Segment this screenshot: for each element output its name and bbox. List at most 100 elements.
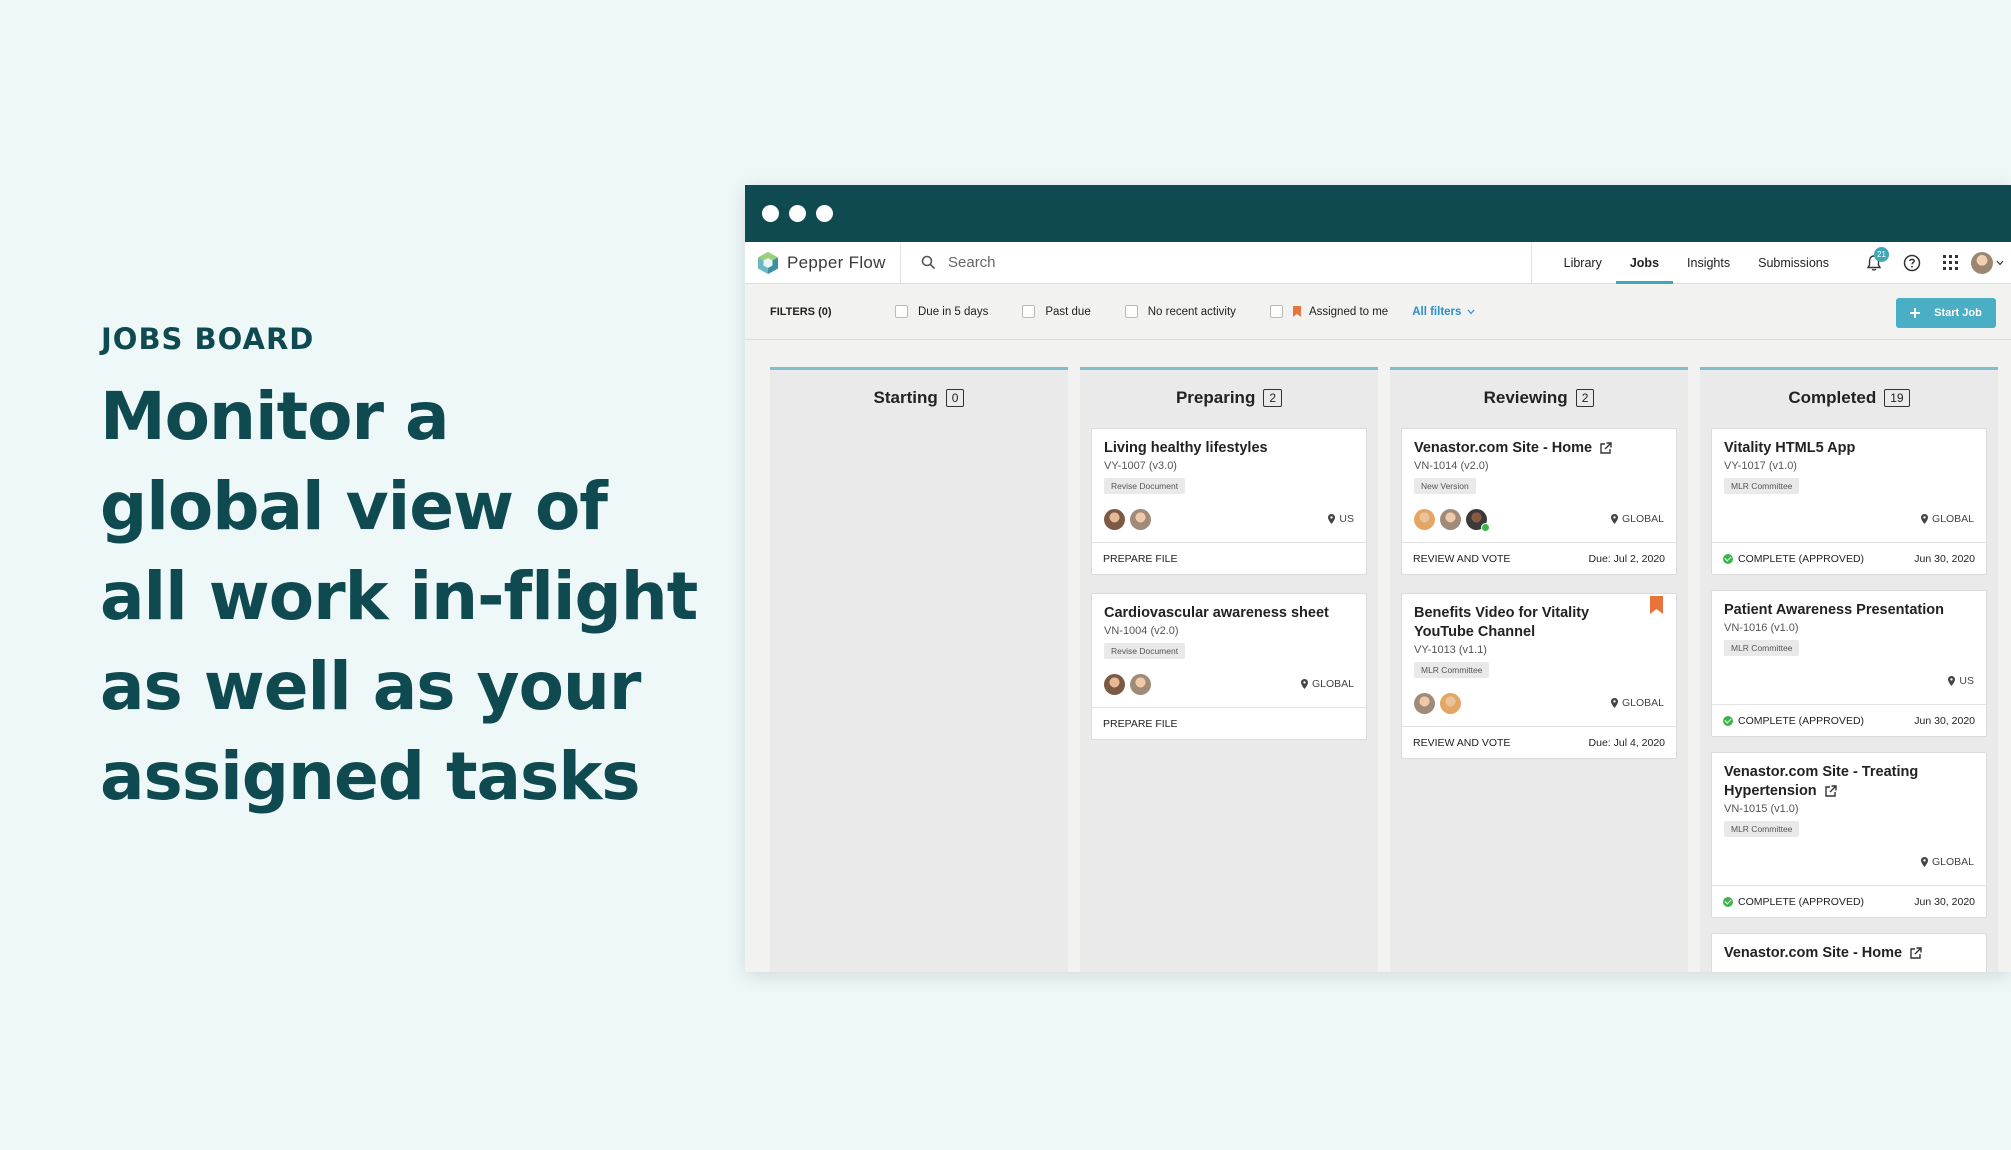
filter-assigned-to-me[interactable]: Assigned to me bbox=[1269, 305, 1388, 318]
checkbox[interactable] bbox=[1124, 305, 1138, 318]
job-tag: New Version bbox=[1414, 478, 1476, 494]
start-job-button[interactable]: Start Job bbox=[1896, 298, 1996, 328]
column-title: Completed bbox=[1788, 388, 1877, 407]
job-title[interactable]: Venastor.com Site - Home bbox=[1414, 439, 1664, 458]
avatar[interactable] bbox=[1466, 508, 1490, 532]
job-status: COMPLETE (APPROVED) bbox=[1723, 896, 1864, 908]
nav-insights[interactable]: Insights bbox=[1673, 242, 1744, 283]
nav-submissions[interactable]: Submissions bbox=[1744, 242, 1843, 283]
column-count: 19 bbox=[1884, 389, 1910, 407]
job-card[interactable]: Vitality HTML5 App VY-1017 (v1.0) MLR Co… bbox=[1711, 428, 1987, 575]
window-dot[interactable] bbox=[816, 205, 833, 222]
avatar[interactable] bbox=[1104, 673, 1125, 695]
job-title[interactable]: Vitality HTML5 App bbox=[1724, 439, 1974, 458]
start-job-label: Start Job bbox=[1934, 307, 1982, 319]
job-id: VY-1013 (v1.1) bbox=[1414, 644, 1487, 656]
checkbox[interactable] bbox=[1269, 305, 1283, 318]
main-nav: Library Jobs Insights Submissions bbox=[1530, 242, 1843, 284]
avatar[interactable] bbox=[1414, 692, 1435, 714]
job-id: VN-1015 (v1.0) bbox=[1724, 803, 1799, 815]
filter-due-5-days[interactable]: Due in 5 days bbox=[895, 305, 988, 318]
column-completed: Completed 19 Vitality HTML5 App VY-1017 … bbox=[1700, 367, 1998, 972]
job-status-label: COMPLETE (APPROVED) bbox=[1738, 714, 1865, 727]
headline-line: as well as your bbox=[100, 648, 641, 725]
job-status: REVIEW AND VOTE bbox=[1413, 552, 1511, 565]
filter-no-recent-activity[interactable]: No recent activity bbox=[1124, 305, 1236, 318]
job-card[interactable]: Benefits Video for Vitality YouTube Chan… bbox=[1401, 593, 1677, 759]
job-id: VN-1004 (v2.0) bbox=[1104, 625, 1179, 637]
notification-badge: 21 bbox=[1874, 246, 1889, 262]
window-dot[interactable] bbox=[789, 205, 806, 222]
avatar[interactable] bbox=[1440, 508, 1461, 530]
job-title[interactable]: Living healthy lifestyles bbox=[1104, 439, 1354, 458]
apps-button[interactable] bbox=[1931, 242, 1969, 284]
online-indicator bbox=[1481, 522, 1490, 532]
job-status: PREPARE FILE bbox=[1103, 552, 1178, 565]
nav-library[interactable]: Library bbox=[1550, 242, 1616, 283]
check-circle-icon bbox=[1723, 715, 1733, 726]
chevron-down-icon bbox=[1996, 260, 2003, 265]
window-titlebar bbox=[745, 185, 2011, 242]
nav-jobs[interactable]: Jobs bbox=[1615, 242, 1674, 284]
column-count: 2 bbox=[1575, 389, 1595, 407]
avatar[interactable] bbox=[1440, 692, 1461, 714]
notifications-button[interactable]: 21 bbox=[1855, 242, 1893, 284]
window-dot[interactable] bbox=[762, 205, 779, 222]
assignee-avatars bbox=[1104, 508, 1151, 530]
filter-past-due[interactable]: Past due bbox=[1022, 305, 1091, 318]
job-card[interactable]: Venastor.com Site - Treating Hypertensio… bbox=[1711, 752, 1987, 918]
location-pin-icon bbox=[1948, 676, 1956, 686]
region: GLOBAL bbox=[1920, 513, 1974, 525]
checkbox[interactable] bbox=[895, 305, 908, 318]
external-link-icon[interactable] bbox=[1909, 946, 1922, 960]
region-label: US bbox=[1339, 513, 1354, 525]
brand[interactable]: Pepper Flow bbox=[745, 242, 901, 283]
help-button[interactable] bbox=[1893, 242, 1931, 284]
job-id: VN-1014 (v2.0) bbox=[1414, 460, 1489, 472]
region: GLOBAL bbox=[1920, 856, 1974, 868]
column-title: Preparing bbox=[1175, 388, 1256, 407]
assignee-avatars bbox=[1414, 692, 1461, 714]
job-card[interactable]: Venastor.com Site - Home bbox=[1711, 933, 1987, 972]
jobs-board: Starting 0 Preparing 2 Living healthy li… bbox=[770, 367, 1998, 972]
column-header: Starting 0 bbox=[770, 370, 1068, 426]
avatar[interactable] bbox=[1130, 508, 1151, 530]
filter-label: Due in 5 days bbox=[918, 305, 989, 318]
job-id: VY-1007 (v3.0) bbox=[1104, 460, 1177, 472]
job-tag: Revise Document bbox=[1104, 643, 1186, 659]
external-link-icon[interactable] bbox=[1824, 784, 1837, 798]
column-title: Reviewing bbox=[1483, 388, 1568, 407]
job-tag: MLR Committee bbox=[1724, 640, 1800, 656]
external-link-icon[interactable] bbox=[1599, 441, 1612, 455]
avatar[interactable] bbox=[1104, 508, 1125, 530]
region: GLOBAL bbox=[1610, 697, 1664, 709]
job-title[interactable]: Cardiovascular awareness sheet bbox=[1104, 604, 1354, 623]
avatar[interactable] bbox=[1130, 673, 1151, 695]
bookmark-icon bbox=[1292, 306, 1301, 317]
location-pin-icon bbox=[1920, 514, 1928, 524]
job-tag: MLR Committee bbox=[1724, 478, 1800, 494]
user-avatar bbox=[1970, 251, 1993, 274]
job-card[interactable]: Patient Awareness Presentation VN-1016 (… bbox=[1711, 590, 1987, 737]
column-header: Preparing 2 bbox=[1080, 370, 1378, 426]
search-input[interactable] bbox=[948, 254, 1448, 271]
column-count: 0 bbox=[945, 389, 965, 407]
job-title-line: YouTube Channel bbox=[1414, 624, 1536, 640]
location-pin-icon bbox=[1610, 698, 1618, 708]
all-filters-dropdown[interactable]: All filters bbox=[1412, 306, 1475, 318]
avatar[interactable] bbox=[1414, 508, 1435, 530]
job-title[interactable]: Venastor.com Site - Treating Hypertensio… bbox=[1724, 763, 1974, 801]
region: US bbox=[1328, 513, 1354, 525]
job-card[interactable]: Cardiovascular awareness sheet VN-1004 (… bbox=[1091, 593, 1367, 740]
headline-line: Monitor a bbox=[100, 378, 450, 455]
job-title[interactable]: Benefits Video for Vitality YouTube Chan… bbox=[1414, 604, 1664, 642]
job-title[interactable]: Venastor.com Site - Home bbox=[1724, 944, 1974, 963]
checkbox[interactable] bbox=[1022, 305, 1036, 318]
job-title[interactable]: Patient Awareness Presentation bbox=[1724, 601, 1974, 620]
user-menu[interactable] bbox=[1969, 242, 2005, 284]
job-status-label: COMPLETE (APPROVED) bbox=[1738, 552, 1865, 565]
job-tag: Revise Document bbox=[1104, 478, 1186, 494]
app-window: Pepper Flow Library Jobs Insights Submis… bbox=[745, 185, 2011, 972]
job-card[interactable]: Living healthy lifestyles VY-1007 (v3.0)… bbox=[1091, 428, 1367, 575]
job-card[interactable]: Venastor.com Site - Home VN-1014 (v2.0) … bbox=[1401, 428, 1677, 575]
